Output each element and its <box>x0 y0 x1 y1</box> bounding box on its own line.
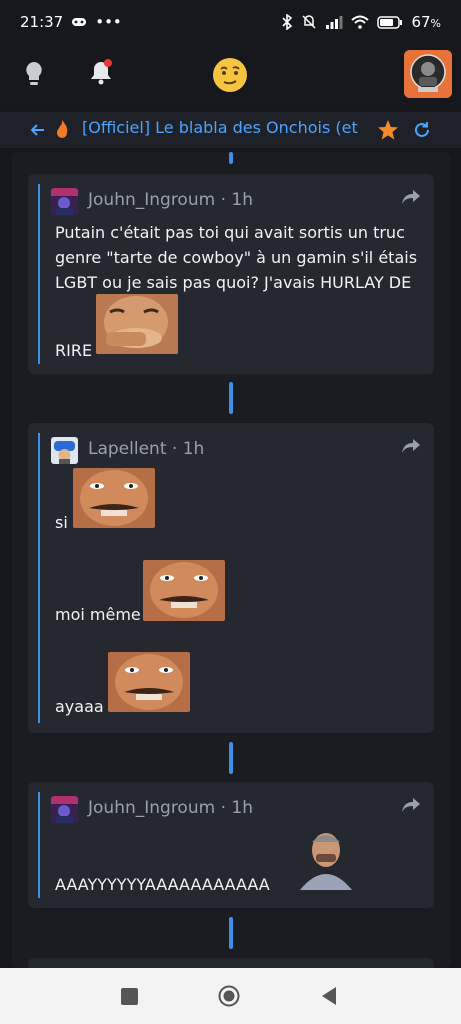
thread-connector <box>229 917 233 949</box>
post-time: 1h <box>182 439 205 459</box>
risitas-sticker <box>108 652 190 712</box>
status-bar: 21:37 ••• 67% <box>0 0 461 44</box>
post-feed[interactable]: Jouhn_Ingroum · 1h Putain c'était pas to… <box>12 152 451 968</box>
smiley-emoji-icon[interactable] <box>211 56 249 94</box>
post-text-line: ayaaa <box>55 697 104 716</box>
system-nav-bar <box>0 968 461 1024</box>
risitas-sticker <box>96 294 178 354</box>
post-text-line: Putain c'était pas toi qui avait sortis … <box>55 223 405 242</box>
laughing-man-sticker <box>294 828 358 890</box>
bell-icon[interactable] <box>88 58 114 86</box>
wifi-icon <box>351 15 370 29</box>
more-dots-icon: ••• <box>95 13 122 31</box>
author-name[interactable]: Jouhn_Ingroum <box>88 190 215 210</box>
quote-bar <box>38 184 40 364</box>
bluetooth-icon <box>282 14 293 30</box>
mute-icon <box>302 15 316 29</box>
quote-bar <box>38 433 40 723</box>
quote-bar <box>38 792 40 898</box>
topic-bar: [Officiel] Le blabla des Onchois (et <box>0 112 461 148</box>
post-card[interactable]: Jouhn_Ingroum · 1h AAAYYYYYYAAAAAAAAAAA <box>28 782 434 908</box>
notification-dot <box>104 59 112 67</box>
post-author-line: Lapellent · 1h <box>88 439 204 459</box>
author-name[interactable]: Lapellent <box>88 439 166 459</box>
share-icon[interactable] <box>400 188 422 206</box>
signal-icon <box>326 16 343 29</box>
app-bar <box>0 44 461 104</box>
profile-avatar[interactable] <box>404 50 452 98</box>
lightbulb-icon[interactable] <box>22 60 46 88</box>
user-avatar[interactable] <box>51 796 78 823</box>
user-avatar[interactable] <box>51 437 78 464</box>
thread-connector <box>229 152 233 164</box>
thread-connector <box>229 382 233 414</box>
share-icon[interactable] <box>400 796 422 814</box>
recents-button[interactable] <box>121 988 138 1005</box>
post-last-line: RIRE <box>55 341 93 360</box>
user-avatar[interactable] <box>51 188 78 215</box>
risitas-sticker <box>143 560 225 621</box>
post-text-line: AAAYYYYYYAAAAAAAAAAA <box>55 875 270 894</box>
share-icon[interactable] <box>400 437 422 455</box>
separator: · <box>171 439 178 459</box>
post-text-line: genre "tarte de cowboy" à un gamin s'il … <box>55 248 418 267</box>
refresh-icon[interactable] <box>412 120 432 140</box>
star-icon[interactable] <box>377 119 399 141</box>
separator: · <box>220 798 226 818</box>
author-name[interactable]: Jouhn_Ingroum <box>88 798 215 818</box>
risitas-sticker <box>73 468 155 528</box>
battery-level: 67% <box>411 13 441 31</box>
post-time: 1h <box>231 798 253 818</box>
topic-title[interactable]: [Officiel] Le blabla des Onchois (et <box>82 118 367 137</box>
clock: 21:37 <box>20 13 64 31</box>
post-text-line: si <box>55 513 68 532</box>
post-text-line: LGBT ou je sais pas quoi? J'avais HURLAY… <box>55 273 412 292</box>
post-author-line: Jouhn_Ingroum · 1h <box>88 798 253 818</box>
back-button[interactable] <box>320 986 338 1006</box>
back-arrow-icon[interactable] <box>28 120 48 140</box>
post-card[interactable]: Lapellent · 1h si moi même ayaaa <box>28 423 434 733</box>
battery-icon <box>377 15 403 29</box>
home-button[interactable] <box>218 985 240 1007</box>
post-author-line: Jouhn_Ingroum · 1h <box>88 190 253 210</box>
post-body: Putain c'était pas toi qui avait sortis … <box>55 220 417 295</box>
thread-connector <box>229 742 233 774</box>
fire-icon <box>57 120 68 138</box>
separator: · <box>220 190 226 210</box>
post-time: 1h <box>231 190 253 210</box>
post-card[interactable] <box>28 958 434 968</box>
post-card[interactable]: Jouhn_Ingroum · 1h Putain c'était pas to… <box>28 174 434 374</box>
post-text-line: moi même <box>55 605 141 624</box>
gamepad-icon <box>72 18 87 26</box>
